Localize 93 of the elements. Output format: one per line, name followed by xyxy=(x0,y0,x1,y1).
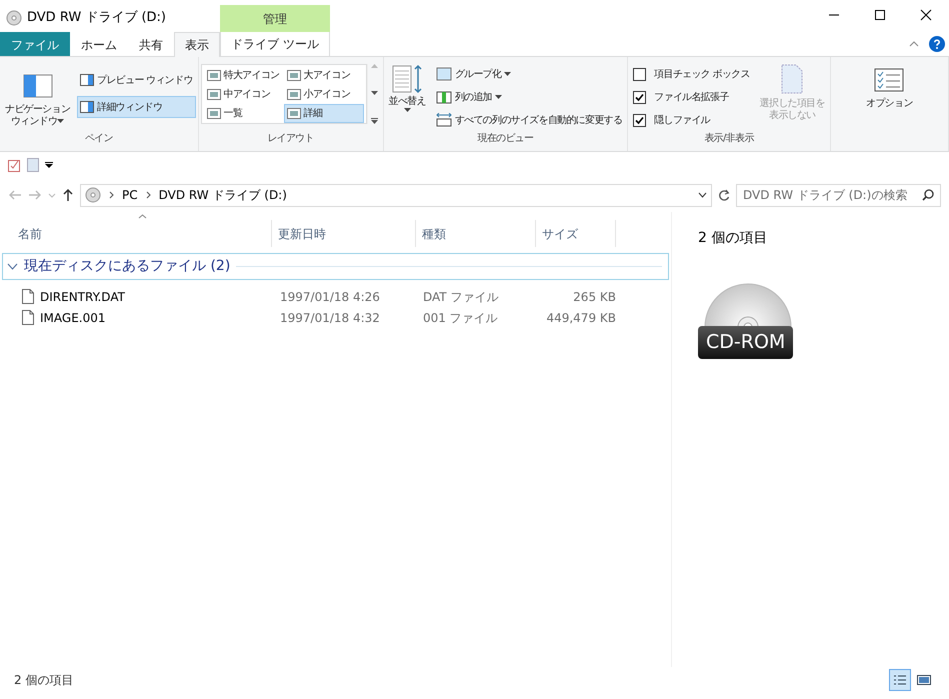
disc-icon xyxy=(6,10,22,26)
view-icon xyxy=(206,70,221,81)
group-by-icon xyxy=(436,67,452,81)
file-icon xyxy=(22,310,34,325)
date-cell-text: 1997/01/18 4:26 xyxy=(279,288,381,306)
ribbon-tab[interactable]: ドライブ ツール xyxy=(220,32,330,56)
view-icon xyxy=(206,89,221,100)
customize-toolbar-icon[interactable] xyxy=(45,162,53,168)
large-icons-view-icon xyxy=(917,674,931,686)
status-text: 2 個の項目 xyxy=(14,672,74,689)
file-name[interactable]: IMAGE.001 xyxy=(40,308,106,326)
caret-icon xyxy=(495,95,502,99)
ribbon-tab[interactable]: ホーム xyxy=(70,32,128,56)
dropdown-icon[interactable] xyxy=(698,192,707,198)
sort-button[interactable]: 並べ替え xyxy=(386,61,429,131)
size-cell-text: 265 KB xyxy=(572,288,616,306)
group-label: ペイン xyxy=(84,132,114,146)
window-title: DVD RW ドライブ (D:) xyxy=(27,9,166,27)
help-icon[interactable] xyxy=(929,36,945,52)
disc-icon xyxy=(85,187,101,203)
view-icon xyxy=(286,89,301,100)
close-icon xyxy=(920,9,932,21)
pane-toggle-button[interactable]: 詳細ウィンドウ xyxy=(77,96,196,118)
options-list-icon xyxy=(874,68,904,92)
sort-icon xyxy=(391,64,424,96)
checkbox[interactable] xyxy=(633,68,646,80)
layout-option[interactable]: 中アイコン xyxy=(204,85,284,104)
sort-ascending-icon[interactable] xyxy=(138,214,147,219)
pane-icon xyxy=(80,74,94,86)
column-header[interactable]: サイズ xyxy=(536,220,616,247)
refresh-icon[interactable] xyxy=(718,188,730,202)
up-icon[interactable] xyxy=(62,188,74,202)
chevron-icon xyxy=(146,191,151,199)
view-icon xyxy=(286,70,301,81)
view-command[interactable]: グループ化 xyxy=(432,63,626,85)
ribbon-tab[interactable]: 表示 xyxy=(174,32,220,57)
ribbon-tab[interactable]: 共有 xyxy=(128,32,174,56)
page-icon xyxy=(781,64,804,94)
resize-columns-icon xyxy=(436,113,452,127)
group-label: レイアウト xyxy=(266,132,315,146)
view-command[interactable]: すべての列のサイズを自動的に変更する xyxy=(432,109,626,131)
maximize-icon xyxy=(874,9,886,21)
expand-gallery-icon[interactable] xyxy=(370,118,378,124)
checkbox-option[interactable]: ファイル名拡張子 xyxy=(630,86,753,108)
view-icon xyxy=(286,108,301,119)
options-button[interactable]: オプション xyxy=(832,65,946,113)
layout-option[interactable]: 小アイコン xyxy=(284,85,364,104)
details-view-icon xyxy=(893,674,907,686)
layout-option[interactable]: 詳細 xyxy=(284,104,364,123)
context-tab-header: 管理 xyxy=(220,5,330,32)
details-view-button[interactable] xyxy=(889,669,911,691)
column-header[interactable]: 種類 xyxy=(416,220,536,247)
chevron-icon xyxy=(109,191,114,199)
breadcrumb-item[interactable]: PC xyxy=(122,186,138,204)
pane-layout-icon xyxy=(22,74,53,98)
group-label: 現在のビュー xyxy=(476,132,534,146)
collapse-ribbon-icon[interactable] xyxy=(909,41,919,47)
pane-icon xyxy=(80,101,94,113)
type-cell-text: DAT ファイル xyxy=(422,288,500,306)
size-cell-text: 449,479 KB xyxy=(545,310,616,326)
pane-toggle-button[interactable]: プレビュー ウィンドウ xyxy=(77,69,196,91)
add-column-icon xyxy=(436,90,452,104)
type-cell-text: 001 ファイル xyxy=(422,310,499,326)
layout-option[interactable]: 特大アイコン xyxy=(204,66,284,85)
view-icon xyxy=(206,108,221,119)
layout-option[interactable]: 一覧 xyxy=(204,104,284,123)
chevron-down-icon xyxy=(7,263,18,270)
scroll-down-icon[interactable] xyxy=(370,91,378,95)
group-label: 表示/非表示 xyxy=(703,132,756,146)
caret-icon xyxy=(504,72,512,76)
checkbox-option[interactable]: 隠しファイル xyxy=(630,109,753,131)
breadcrumb-item[interactable]: DVD RW ドライブ (D:) xyxy=(158,186,287,204)
view-command[interactable]: 列の追加 xyxy=(432,86,626,108)
layout-option[interactable]: 大アイコン xyxy=(284,66,364,85)
navigation-pane-button[interactable]: ナビゲーション ウィンドウ xyxy=(2,61,74,131)
checkbox[interactable] xyxy=(633,90,646,104)
caret-icon xyxy=(57,119,64,124)
search-icon xyxy=(922,189,934,201)
search-field[interactable]: DVD RW ドライブ (D:)の検索 xyxy=(736,184,941,206)
address-bar[interactable]: PC DVD RW ドライブ (D:) xyxy=(80,184,712,206)
caret-icon xyxy=(404,108,411,112)
checkbox-option[interactable]: 項目チェック ボックス xyxy=(630,63,753,85)
date-cell-text: 1997/01/18 4:32 xyxy=(279,310,381,326)
ribbon-tab[interactable]: ファイル xyxy=(0,32,70,56)
file-name[interactable]: DIRENTRY.DAT xyxy=(40,288,125,306)
column-header[interactable]: 更新日時 xyxy=(272,220,416,247)
file-icon xyxy=(22,289,34,304)
checkbox[interactable] xyxy=(633,114,646,126)
drive-type-label: CD-ROM xyxy=(698,326,794,358)
column-header[interactable]: 名前 xyxy=(0,220,272,247)
group-header[interactable]: 現在ディスクにあるファイル (2) xyxy=(2,253,669,280)
item-count: 2 個の項目 xyxy=(698,229,768,248)
properties-icon[interactable] xyxy=(8,158,21,172)
